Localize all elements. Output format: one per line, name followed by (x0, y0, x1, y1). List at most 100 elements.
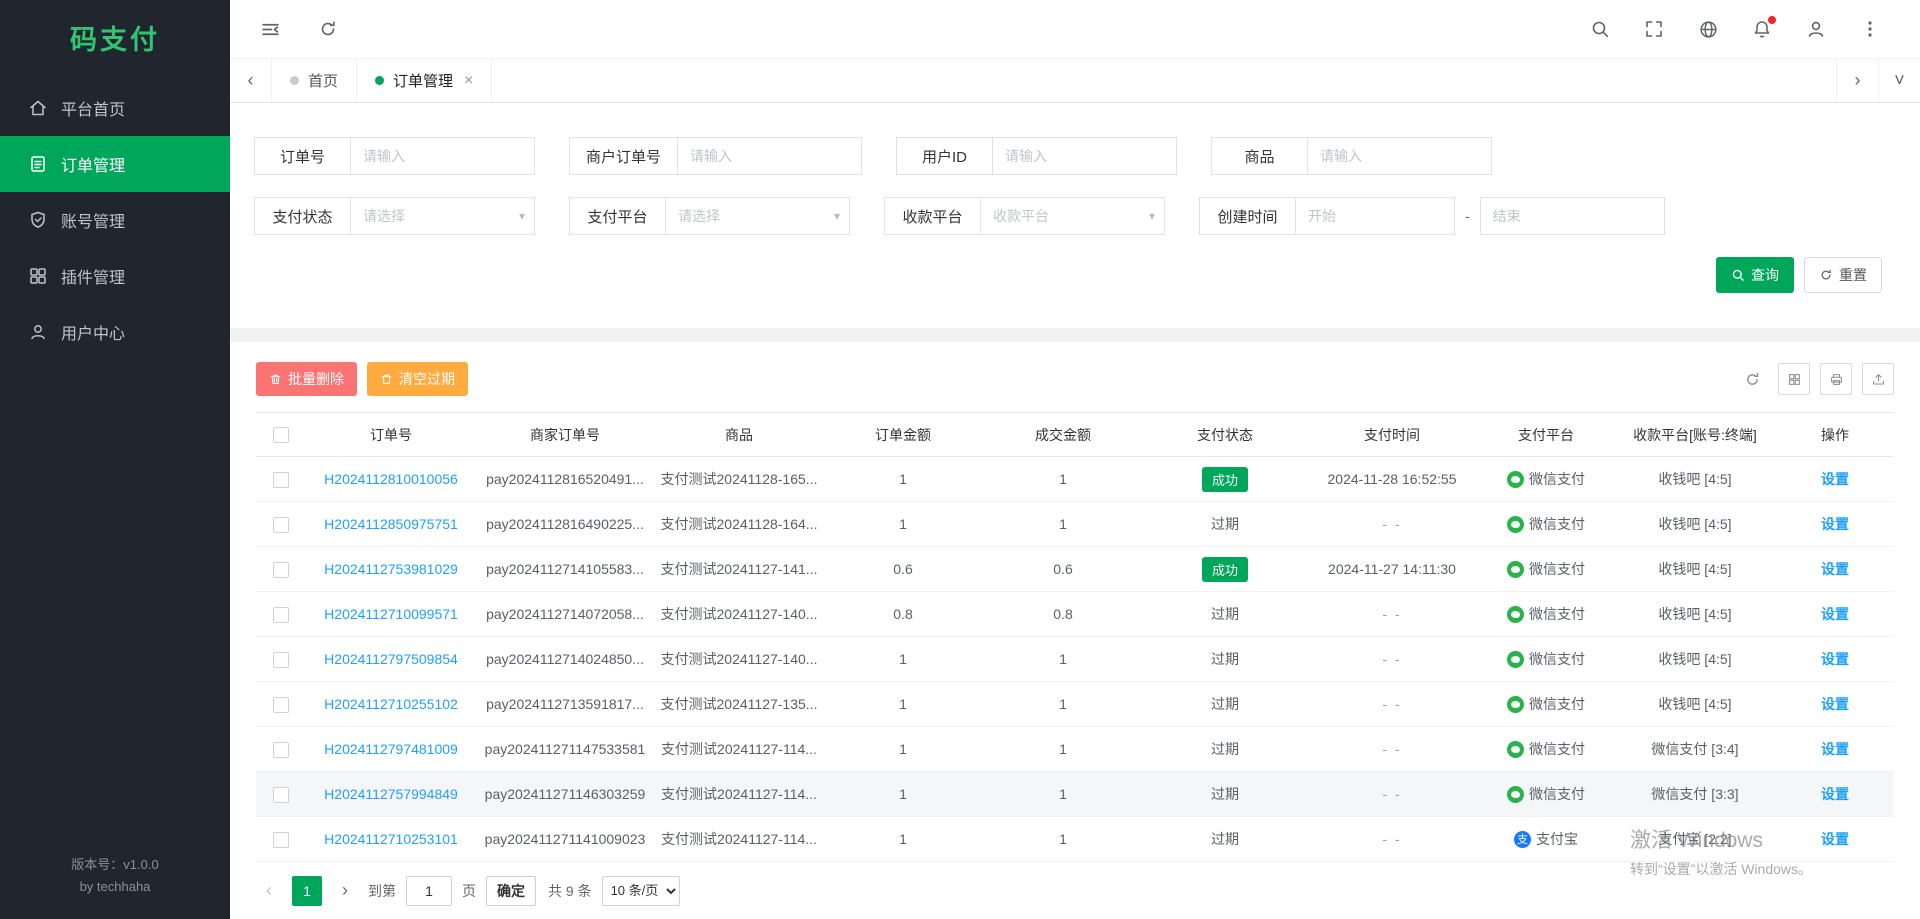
order-no-link[interactable]: H2024112797481009 (324, 741, 458, 757)
reset-button[interactable]: 重置 (1804, 257, 1882, 293)
product-input[interactable] (1307, 137, 1492, 175)
merchant-order-no-input[interactable] (677, 137, 862, 175)
settings-link[interactable]: 设置 (1821, 471, 1849, 487)
date-end-input[interactable] (1480, 197, 1665, 235)
platform-icon (1507, 561, 1524, 578)
pay-time-cell: - - (1306, 772, 1478, 817)
sidebar-item-label: 用户中心 (61, 320, 125, 344)
home-icon (28, 98, 48, 118)
order-no-link[interactable]: H2024112710255102 (324, 696, 458, 712)
order-no-link[interactable]: H2024112710253101 (324, 831, 458, 847)
page-unit-label: 页 (462, 881, 476, 901)
tabs-collapse-button[interactable]: ˅ (1878, 59, 1920, 102)
sidebar-item-home[interactable]: 平台首页 (0, 80, 230, 136)
search-button[interactable]: 查询 (1716, 257, 1794, 293)
row-checkbox[interactable] (273, 787, 289, 803)
status-badge: 过期 (1211, 831, 1239, 847)
settings-link[interactable]: 设置 (1821, 651, 1849, 667)
receiver-cell: 收钱吧 [4:5] (1614, 457, 1776, 502)
row-checkbox[interactable] (273, 517, 289, 533)
notification-dot (1768, 16, 1776, 24)
export-icon[interactable] (1862, 363, 1894, 395)
search-icon[interactable] (1588, 17, 1612, 41)
sidebar-item-label: 账号管理 (61, 208, 125, 232)
more-vertical-icon[interactable] (1858, 17, 1882, 41)
platform-icon (1507, 516, 1524, 533)
refresh-icon[interactable] (316, 17, 340, 41)
table-row: H2024112810010056 pay2024112816520491...… (256, 457, 1894, 502)
select-placeholder: 请选择 (363, 206, 405, 226)
platform-name: 微信支付 (1529, 784, 1585, 804)
status-badge: 过期 (1211, 786, 1239, 802)
receiver-cell: 收钱吧 [4:5] (1614, 682, 1776, 727)
row-checkbox[interactable] (273, 562, 289, 578)
platform-icon (1507, 741, 1524, 758)
table-refresh-icon[interactable] (1736, 363, 1768, 395)
receiver-platform-select[interactable]: 收款平台 ▾ (980, 197, 1165, 235)
collapse-menu-icon[interactable] (258, 17, 282, 41)
order-amount-cell: 0.6 (824, 547, 982, 592)
order-table-panel: 批量删除 清空过期 (230, 342, 1920, 919)
bell-icon[interactable] (1750, 17, 1774, 41)
row-checkbox[interactable] (273, 472, 289, 488)
fullscreen-icon[interactable] (1642, 17, 1666, 41)
filter-row-1: 订单号 商户订单号 用户ID 商品 (254, 137, 1890, 175)
pay-platform-select[interactable]: 请选择 ▾ (665, 197, 850, 235)
prev-page-button[interactable]: ‹ (256, 880, 282, 901)
date-start-input[interactable] (1295, 197, 1455, 235)
user-id-input[interactable] (992, 137, 1177, 175)
order-no-input[interactable] (350, 137, 535, 175)
sidebar-item-plugins[interactable]: 插件管理 (0, 248, 230, 304)
order-no-link[interactable]: H2024112797509854 (324, 651, 458, 667)
settings-link[interactable]: 设置 (1821, 741, 1849, 757)
globe-icon[interactable] (1696, 17, 1720, 41)
page-number-current[interactable]: 1 (292, 876, 322, 906)
select-all-checkbox[interactable] (273, 427, 289, 443)
sidebar-menu: 平台首页 订单管理 账号管理 插件管理 (0, 74, 230, 838)
row-checkbox[interactable] (273, 697, 289, 713)
order-no-link[interactable]: H2024112850975751 (324, 516, 458, 532)
tabs-prev-button[interactable]: ‹ (230, 59, 272, 102)
batch-delete-button[interactable]: 批量删除 (256, 362, 357, 396)
product-cell: 支付测试20241127-114... (654, 727, 824, 772)
receiver-cell: 微信支付 [3:3] (1614, 772, 1776, 817)
sidebar-item-accounts[interactable]: 账号管理 (0, 192, 230, 248)
row-checkbox[interactable] (273, 607, 289, 623)
merchant-order-no-cell: pay202411271141009023 (476, 817, 654, 862)
settings-link[interactable]: 设置 (1821, 786, 1849, 802)
settings-link[interactable]: 设置 (1821, 516, 1849, 532)
tab-close-icon[interactable]: × (464, 72, 473, 90)
settings-link[interactable]: 设置 (1821, 606, 1849, 622)
settings-link[interactable]: 设置 (1821, 696, 1849, 712)
print-icon[interactable] (1820, 363, 1852, 395)
platform-name: 微信支付 (1529, 739, 1585, 759)
goto-page-input[interactable] (406, 876, 452, 906)
sidebar-item-user-center[interactable]: 用户中心 (0, 304, 230, 360)
merchant-order-no-cell: pay2024112713591817... (476, 682, 654, 727)
order-no-link[interactable]: H2024112710099571 (324, 606, 458, 622)
order-no-link[interactable]: H2024112753981029 (324, 561, 458, 577)
order-no-link[interactable]: H2024112810010056 (324, 471, 458, 487)
settings-link[interactable]: 设置 (1821, 831, 1849, 847)
batch-delete-label: 批量删除 (288, 369, 344, 389)
goto-confirm-button[interactable]: 确定 (486, 876, 536, 906)
pay-status-select[interactable]: 请选择 ▾ (350, 197, 535, 235)
next-page-button[interactable]: › (332, 880, 358, 901)
tab-order-management[interactable]: 订单管理 × (357, 59, 492, 102)
page-size-select[interactable]: 10 条/页 (602, 876, 680, 906)
tabs-next-button[interactable]: › (1836, 59, 1878, 102)
row-checkbox[interactable] (273, 832, 289, 848)
sidebar-item-orders[interactable]: 订单管理 (0, 136, 230, 192)
user-avatar-icon[interactable] (1804, 17, 1828, 41)
filter-label-order-no: 订单号 (254, 137, 350, 175)
tab-home[interactable]: 首页 (272, 59, 357, 102)
product-cell: 支付测试20241127-141... (654, 547, 824, 592)
settings-link[interactable]: 设置 (1821, 561, 1849, 577)
row-checkbox[interactable] (273, 652, 289, 668)
order-no-link[interactable]: H2024112757994849 (324, 786, 458, 802)
clear-expired-button[interactable]: 清空过期 (367, 362, 468, 396)
row-checkbox[interactable] (273, 742, 289, 758)
order-table-body: H2024112810010056 pay2024112816520491...… (256, 457, 1894, 862)
pay-time-cell: - - (1306, 592, 1478, 637)
columns-grid-icon[interactable] (1778, 363, 1810, 395)
